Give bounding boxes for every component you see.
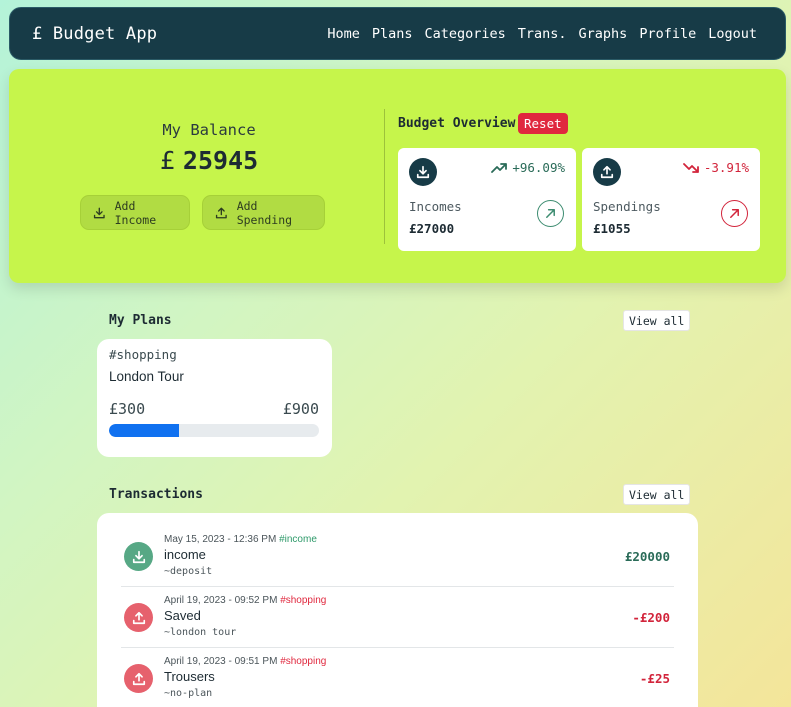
download-icon <box>93 207 105 218</box>
spending-change-value: -3.91% <box>703 160 749 175</box>
transaction-category: #shopping <box>280 595 327 606</box>
plan-progress-fill <box>109 424 179 437</box>
brand-logo[interactable]: £ Budget App <box>32 24 157 44</box>
transaction-date: April 19, 2023 - 09:52 PM <box>164 595 278 606</box>
spending-label: Spendings <box>593 199 661 214</box>
download-icon <box>124 542 153 571</box>
balance-amount: £25945 <box>9 146 409 175</box>
spending-value: £1055 <box>593 221 631 236</box>
transaction-plan: ~deposit <box>164 566 213 577</box>
plan-card[interactable]: #shopping London Tour £300 £900 <box>97 339 332 457</box>
transaction-amount: £20000 <box>624 549 670 564</box>
transaction-date: May 15, 2023 - 12:36 PM <box>164 534 277 545</box>
plan-progress-bar <box>109 424 319 437</box>
plan-saved-amount: £300 <box>109 400 146 418</box>
plans-section-title: My Plans <box>109 313 172 328</box>
transaction-row[interactable]: April 19, 2023 - 09:52 PM #shopping Save… <box>121 588 674 648</box>
balance-panel: My Balance £25945 Add Income Add Spendin… <box>9 69 786 283</box>
nav-link-profile[interactable]: Profile <box>639 26 696 42</box>
transaction-row[interactable]: April 19, 2023 - 09:51 PM #shopping Trou… <box>121 649 674 707</box>
income-value: £27000 <box>409 221 455 236</box>
plan-category-tag: #shopping <box>109 347 177 362</box>
transaction-date: April 19, 2023 - 09:51 PM <box>164 656 278 667</box>
spending-details-button[interactable] <box>721 200 748 227</box>
income-label: Incomes <box>409 199 462 214</box>
plan-target-amount: £900 <box>282 400 319 418</box>
income-details-button[interactable] <box>537 200 564 227</box>
trending-down-icon <box>682 162 699 173</box>
plans-view-all-button[interactable]: View all <box>623 310 691 331</box>
nav-links: Home Plans Categories Trans. Graphs Prof… <box>327 26 757 42</box>
upload-icon <box>215 207 227 218</box>
income-overview-card: +96.09% Incomes £27000 <box>398 148 576 251</box>
transaction-title: Trousers <box>164 669 215 684</box>
income-change-value: +96.09% <box>512 160 565 175</box>
budget-overview-title: Budget Overview <box>398 116 516 131</box>
transaction-meta: April 19, 2023 - 09:51 PM #shopping <box>164 656 326 667</box>
transaction-category: #income <box>279 534 317 545</box>
nav-link-home[interactable]: Home <box>327 26 360 42</box>
add-income-label: Add Income <box>114 198 157 227</box>
upload-icon <box>124 603 153 632</box>
transaction-amount: -£25 <box>639 671 670 686</box>
transactions-section-title: Transactions <box>109 487 203 502</box>
add-spending-button[interactable]: Add Spending <box>202 195 325 230</box>
nav-link-graphs[interactable]: Graphs <box>579 26 628 42</box>
transaction-meta: May 15, 2023 - 12:36 PM #income <box>164 534 317 545</box>
balance-currency: £ <box>159 146 175 175</box>
reset-button[interactable]: Reset <box>518 113 568 134</box>
income-change: +96.09% <box>491 160 565 175</box>
transaction-plan: ~no-plan <box>164 688 213 699</box>
spending-overview-card: -3.91% Spendings £1055 <box>582 148 760 251</box>
transaction-amount: -£200 <box>632 610 670 625</box>
transaction-title: Saved <box>164 608 201 623</box>
transaction-meta: April 19, 2023 - 09:52 PM #shopping <box>164 595 326 606</box>
navbar: £ Budget App Home Plans Categories Trans… <box>9 7 786 60</box>
transaction-title: income <box>164 547 206 562</box>
balance-value: 25945 <box>182 146 259 175</box>
arrow-up-right-icon <box>546 209 555 218</box>
nav-link-transactions[interactable]: Trans. <box>518 26 567 42</box>
download-icon <box>409 158 437 186</box>
nav-link-logout[interactable]: Logout <box>708 26 757 42</box>
nav-link-categories[interactable]: Categories <box>424 26 505 42</box>
balance-title: My Balance <box>162 121 256 139</box>
transaction-category: #shopping <box>280 656 327 667</box>
add-spending-label: Add Spending <box>236 198 293 227</box>
transactions-list: May 15, 2023 - 12:36 PM #income income ~… <box>97 513 698 707</box>
transaction-plan: ~london tour <box>164 627 237 638</box>
nav-link-plans[interactable]: Plans <box>372 26 413 42</box>
add-income-button[interactable]: Add Income <box>80 195 190 230</box>
hero-divider <box>384 109 385 244</box>
transaction-row[interactable]: May 15, 2023 - 12:36 PM #income income ~… <box>121 527 674 587</box>
arrow-up-right-icon <box>730 209 739 218</box>
transactions-view-all-button[interactable]: View all <box>623 484 691 505</box>
trending-up-icon <box>491 162 508 173</box>
plan-name: London Tour <box>109 369 184 384</box>
spending-change: -3.91% <box>682 160 749 175</box>
upload-icon <box>593 158 621 186</box>
upload-icon <box>124 664 153 693</box>
